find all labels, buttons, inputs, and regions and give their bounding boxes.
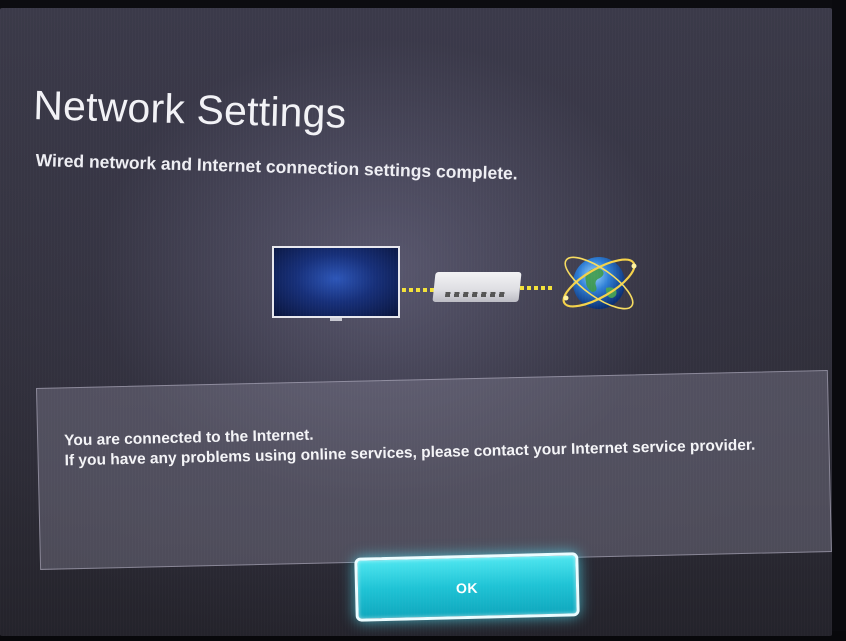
tv-icon [272, 246, 400, 318]
page-title: Network Settings [32, 82, 347, 137]
ok-button[interactable]: OK [354, 552, 580, 622]
page-subtitle: Wired network and Internet connection se… [35, 150, 518, 184]
network-settings-screen: Network Settings Wired network and Inter… [0, 8, 832, 636]
router-ports [444, 292, 506, 297]
globe-icon [562, 256, 637, 310]
ok-button-label: OK [455, 579, 479, 597]
connection-link-router-internet [520, 286, 552, 290]
tv-stand [330, 318, 342, 321]
router-icon [432, 272, 522, 302]
connection-diagram [272, 234, 652, 344]
message-panel: You are connected to the Internet. If yo… [36, 370, 832, 570]
connection-link-tv-router [402, 288, 436, 292]
tv-bezel-right [832, 0, 846, 641]
